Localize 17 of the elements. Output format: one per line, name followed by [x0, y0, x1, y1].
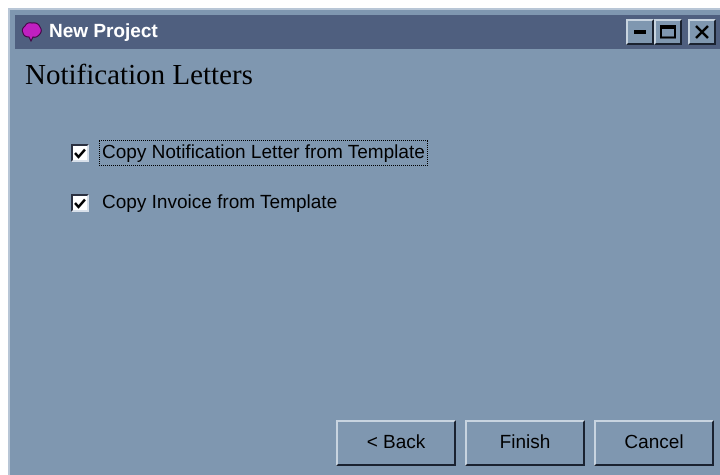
dialog-button[interactable]: < Back: [336, 420, 456, 466]
close-button[interactable]: [688, 19, 716, 45]
maximize-icon: [660, 25, 676, 39]
minimize-button[interactable]: [626, 19, 654, 45]
page-heading: Notification Letters: [25, 59, 253, 92]
dialog-button[interactable]: Cancel: [594, 420, 714, 466]
close-icon: [695, 25, 709, 39]
checkbox-label[interactable]: Copy Invoice from Template: [99, 190, 340, 216]
check-icon: [74, 148, 86, 158]
window-title: New Project: [49, 21, 159, 43]
checkbox[interactable]: [71, 194, 89, 212]
checkbox-label[interactable]: Copy Notification Letter from Template: [99, 140, 428, 166]
dialog-button[interactable]: Finish: [465, 420, 585, 466]
maximize-button[interactable]: [654, 19, 682, 45]
minimize-icon: [634, 30, 646, 34]
check-icon: [74, 198, 86, 208]
checkbox[interactable]: [71, 144, 89, 162]
